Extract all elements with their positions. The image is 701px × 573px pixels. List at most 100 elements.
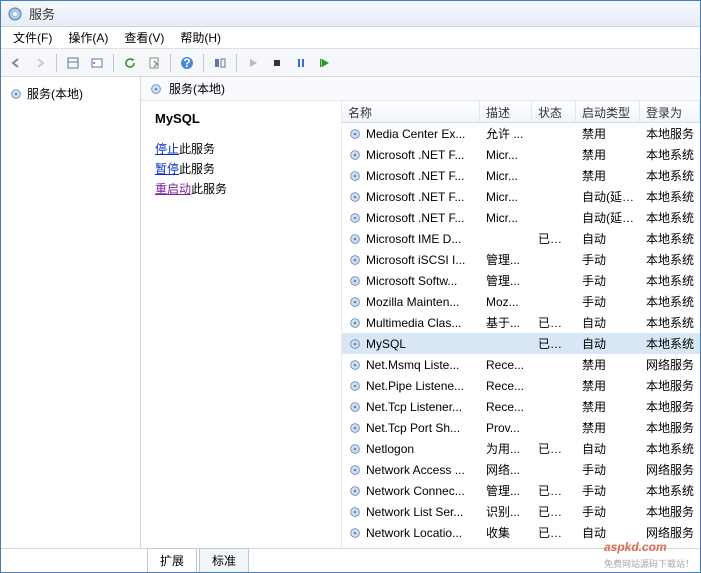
cell-status: 已启动 — [532, 440, 576, 457]
gear-icon — [348, 484, 362, 498]
tab-extended[interactable]: 扩展 — [147, 548, 197, 572]
service-row[interactable]: Net.Tcp Port Sh...Prov...禁用本地服务 — [342, 417, 700, 438]
cell-logon: 本地系统 — [640, 167, 700, 184]
stop-service-button[interactable] — [266, 52, 288, 74]
cell-status: 已启动 — [532, 314, 576, 331]
pause-service-button[interactable] — [290, 52, 312, 74]
cell-start: 自动(延迟... — [576, 188, 640, 205]
cell-logon: 本地系统 — [640, 272, 700, 289]
cell-name: Media Center Ex... — [342, 127, 480, 141]
gear-icon — [348, 232, 362, 246]
service-row[interactable]: Media Center Ex...允许 ...禁用本地服务 — [342, 123, 700, 144]
window-title: 服务 — [29, 4, 55, 23]
cell-desc: 管理... — [480, 251, 532, 268]
cell-start: 禁用 — [576, 167, 640, 184]
cell-start: 手动 — [576, 293, 640, 310]
cell-name: Microsoft IME D... — [342, 232, 480, 246]
cell-logon: 本地系统 — [640, 293, 700, 310]
refresh-button[interactable] — [119, 52, 141, 74]
cell-logon: 网络服务 — [640, 356, 700, 373]
menu-view[interactable]: 查看(V) — [116, 27, 172, 48]
cell-name: Net.Tcp Listener... — [342, 400, 480, 414]
back-button[interactable] — [5, 52, 27, 74]
content-area: 服务(本地) 服务(本地) MySQL 停止此服务 暂停此服务 重启动此服务 — [1, 77, 700, 548]
gear-icon — [348, 274, 362, 288]
svg-text:?: ? — [183, 56, 190, 70]
gear-icon — [348, 400, 362, 414]
cell-logon: 本地系统 — [640, 230, 700, 247]
service-row[interactable]: Microsoft .NET F...Micr...禁用本地系统 — [342, 144, 700, 165]
tree-root-item[interactable]: 服务(本地) — [5, 83, 136, 104]
gear-icon — [348, 190, 362, 204]
service-row[interactable]: Mozilla Mainten...Moz...手动本地系统 — [342, 291, 700, 312]
tree-pane: 服务(本地) — [1, 77, 141, 548]
help-button[interactable]: ? — [176, 52, 198, 74]
service-row[interactable]: Network Access ...网络...手动网络服务 — [342, 459, 700, 480]
service-row[interactable]: Net.Msmq Liste...Rece...禁用网络服务 — [342, 354, 700, 375]
menu-file[interactable]: 文件(F) — [5, 27, 60, 48]
service-row[interactable]: MySQL已启动自动本地系统 — [342, 333, 700, 354]
show-hide-button[interactable] — [209, 52, 231, 74]
service-row[interactable]: Microsoft Softw...管理...手动本地系统 — [342, 270, 700, 291]
menu-help[interactable]: 帮助(H) — [172, 27, 229, 48]
cell-start: 手动 — [576, 482, 640, 499]
pause-link[interactable]: 暂停 — [155, 162, 179, 176]
cell-logon: 本地服务 — [640, 419, 700, 436]
cell-name: Network Locatio... — [342, 526, 480, 540]
restart-action: 重启动此服务 — [155, 180, 327, 197]
forward-button[interactable] — [29, 52, 51, 74]
restart-service-button[interactable] — [314, 52, 336, 74]
service-list-pane: 名称 描述 状态 启动类型 登录为 Media Center Ex...允许 .… — [341, 101, 700, 548]
menu-action[interactable]: 操作(A) — [60, 27, 116, 48]
service-row[interactable]: Net.Pipe Listene...Rece...禁用本地服务 — [342, 375, 700, 396]
cell-logon: 本地系统 — [640, 314, 700, 331]
tab-standard[interactable]: 标准 — [199, 548, 249, 572]
cell-name: Network Access ... — [342, 463, 480, 477]
col-desc[interactable]: 描述 — [480, 101, 532, 122]
cell-desc: 管理... — [480, 272, 532, 289]
detail-pane: MySQL 停止此服务 暂停此服务 重启动此服务 — [141, 101, 341, 548]
gear-icon — [348, 421, 362, 435]
col-name[interactable]: 名称 — [342, 101, 480, 122]
cell-status: 已启动 — [532, 482, 576, 499]
right-pane-header: 服务(本地) — [141, 77, 700, 101]
start-service-button[interactable] — [242, 52, 264, 74]
col-logon[interactable]: 登录为 — [640, 101, 700, 122]
cell-start: 自动 — [576, 335, 640, 352]
cell-name: Microsoft Softw... — [342, 274, 480, 288]
restart-link[interactable]: 重启动 — [155, 182, 191, 196]
gear-icon — [348, 127, 362, 141]
service-row[interactable]: Network List Ser...识别...已启动手动本地服务 — [342, 501, 700, 522]
service-row[interactable]: Netlogon为用...已启动自动本地系统 — [342, 438, 700, 459]
cell-desc: Micr... — [480, 148, 532, 162]
service-row[interactable]: Multimedia Clas...基于...已启动自动本地系统 — [342, 312, 700, 333]
service-row[interactable]: Network Locatio...收集已启动自动网络服务 — [342, 522, 700, 543]
service-row[interactable]: Microsoft .NET F...Micr...自动(延迟...本地系统 — [342, 207, 700, 228]
service-row[interactable]: Microsoft .NET F...Micr...自动(延迟...本地系统 — [342, 186, 700, 207]
cell-start: 禁用 — [576, 146, 640, 163]
service-row[interactable]: Net.Tcp Listener...Rece...禁用本地服务 — [342, 396, 700, 417]
cell-desc: Micr... — [480, 190, 532, 204]
gear-icon — [348, 148, 362, 162]
service-row[interactable]: Microsoft IME D...已启动自动本地系统 — [342, 228, 700, 249]
cell-start: 禁用 — [576, 398, 640, 415]
stop-link[interactable]: 停止 — [155, 142, 179, 156]
cell-start: 自动 — [576, 440, 640, 457]
cell-start: 自动 — [576, 524, 640, 541]
col-status[interactable]: 状态 — [532, 101, 576, 122]
gear-icon — [348, 169, 362, 183]
cell-logon: 网络服务 — [640, 524, 700, 541]
service-row[interactable]: Microsoft .NET F...Micr...禁用本地系统 — [342, 165, 700, 186]
cell-name: Netlogon — [342, 442, 480, 456]
tree-root-label: 服务(本地) — [27, 85, 83, 102]
cell-desc: 收集 — [480, 524, 532, 541]
detail-view-button[interactable] — [62, 52, 84, 74]
cell-name: Multimedia Clas... — [342, 316, 480, 330]
col-start[interactable]: 启动类型 — [576, 101, 640, 122]
service-row[interactable]: Microsoft iSCSI I...管理...手动本地系统 — [342, 249, 700, 270]
gear-icon — [149, 82, 163, 96]
service-row[interactable]: Network Connec...管理...已启动手动本地系统 — [342, 480, 700, 501]
properties-button[interactable] — [86, 52, 108, 74]
export-button[interactable] — [143, 52, 165, 74]
cell-logon: 本地系统 — [640, 188, 700, 205]
